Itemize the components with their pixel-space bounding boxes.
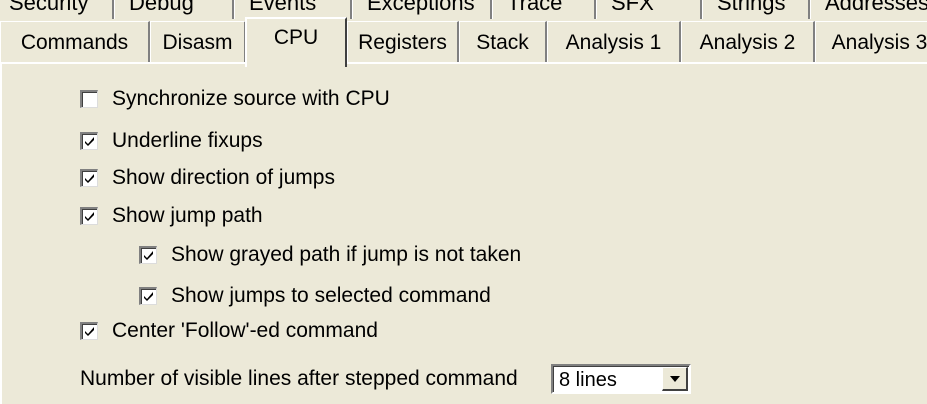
option-label: Show grayed path if jump is not taken: [171, 243, 522, 266]
tab-analysis-2[interactable]: Analysis 2: [681, 21, 815, 63]
tab-label: Events: [249, 0, 317, 15]
tab-label: Security: [9, 0, 89, 15]
tab-label: Strings: [717, 0, 786, 15]
tab-analysis-3[interactable]: Analysis 3: [815, 21, 927, 63]
option-synchronize-source[interactable]: Synchronize source with CPU: [80, 86, 390, 112]
tab-label: SFX: [611, 0, 654, 15]
tab-exceptions[interactable]: Exceptions: [352, 0, 492, 19]
tab-label: Trace: [507, 0, 563, 15]
tab-label: Analysis 2: [699, 31, 796, 54]
option-show-jumps-to-selected[interactable]: Show jumps to selected command: [139, 283, 491, 309]
tab-label: CPU: [273, 26, 319, 49]
option-underline-fixups[interactable]: Underline fixups: [80, 128, 263, 154]
tab-label: Analysis 3: [831, 31, 927, 54]
option-label: Synchronize source with CPU: [112, 87, 390, 110]
visible-lines-value: 8 lines: [559, 369, 617, 391]
checkbox[interactable]: [80, 132, 98, 150]
checkbox[interactable]: [80, 169, 98, 187]
visible-lines-label: Number of visible lines after stepped co…: [80, 367, 518, 390]
option-label: Show direction of jumps: [112, 166, 335, 189]
tab-label: Exceptions: [367, 0, 475, 15]
dropdown-button[interactable]: [662, 367, 688, 391]
tab-debug[interactable]: Debug: [114, 0, 234, 19]
tab-cpu[interactable]: CPU: [245, 17, 347, 67]
option-show-grayed-path[interactable]: Show grayed path if jump is not taken: [139, 242, 521, 268]
tab-trace[interactable]: Trace: [492, 0, 596, 19]
option-label: Show jumps to selected command: [171, 284, 491, 307]
checkmark-icon: [144, 292, 153, 301]
option-label: Show jump path: [112, 204, 263, 227]
tab-security[interactable]: Security: [0, 0, 114, 19]
option-show-direction-of-jumps[interactable]: Show direction of jumps: [80, 165, 335, 191]
checkbox[interactable]: [139, 287, 157, 305]
checkbox[interactable]: [80, 90, 98, 108]
tab-label: Debug: [129, 0, 194, 15]
tab-analysis-1[interactable]: Analysis 1: [547, 21, 681, 63]
checkmark-icon: [85, 174, 94, 183]
checkmark-icon: [85, 212, 94, 221]
checkbox[interactable]: [80, 207, 98, 225]
chevron-down-icon: [669, 375, 680, 382]
tab-label: Disasm: [162, 31, 233, 54]
tab-commands[interactable]: Commands: [0, 21, 150, 63]
tab-label: Stack: [476, 31, 529, 54]
tab-label: Analysis 1: [565, 31, 662, 54]
checkbox[interactable]: [80, 322, 98, 340]
checkbox[interactable]: [139, 246, 157, 264]
option-center-followed-command[interactable]: Center 'Follow'-ed command: [80, 318, 378, 344]
checkmark-icon: [85, 137, 94, 146]
tab-strings[interactable]: Strings: [702, 0, 810, 19]
checkmark-icon: [85, 327, 94, 336]
tab-registers[interactable]: Registers: [347, 21, 459, 63]
tab-label: Addresses: [825, 0, 927, 15]
option-show-jump-path[interactable]: Show jump path: [80, 203, 263, 229]
cpu-options-panel: [0, 62, 927, 404]
tab-row-upper: Security Debug Events Exceptions Trace S…: [0, 0, 927, 22]
tab-label: Commands: [20, 31, 129, 54]
options-dialog: Security Debug Events Exceptions Trace S…: [0, 0, 927, 404]
visible-lines-select[interactable]: 8 lines: [551, 364, 691, 394]
tab-disasm[interactable]: Disasm: [150, 21, 246, 63]
option-label: Center 'Follow'-ed command: [112, 319, 378, 342]
tab-row-main: Commands Disasm CPU Registers Stack Anal…: [0, 17, 927, 67]
tab-label: Registers: [358, 31, 447, 54]
tab-addresses[interactable]: Addresses: [810, 0, 927, 19]
checkmark-icon: [144, 251, 153, 260]
tab-stack[interactable]: Stack: [459, 21, 547, 63]
option-label: Underline fixups: [112, 129, 263, 152]
tab-sfx[interactable]: SFX: [596, 0, 702, 19]
